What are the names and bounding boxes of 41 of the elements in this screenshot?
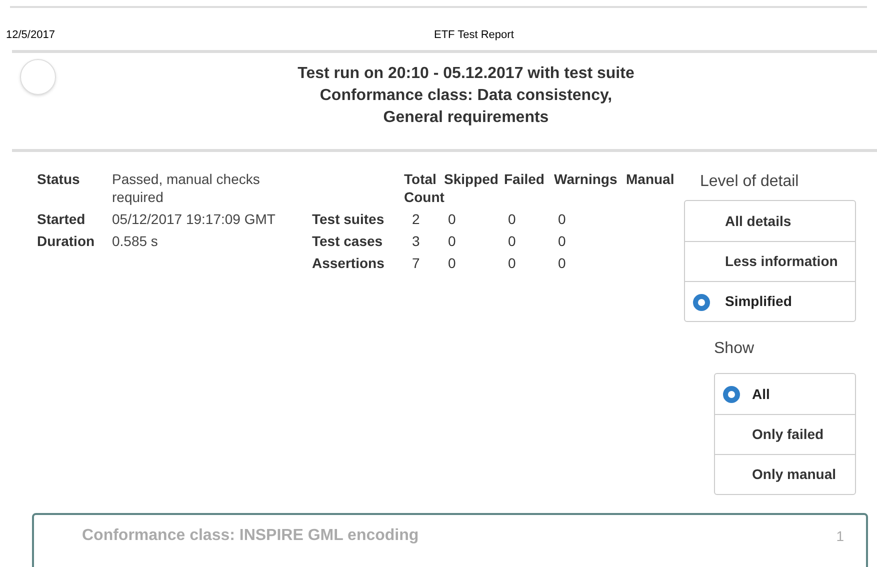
radio-option[interactable]: Simplified [685, 281, 855, 321]
table-cell-text: 3 [411, 232, 421, 251]
summary-value: Passed, manual checks required [112, 170, 261, 206]
column-header: Skipped [444, 170, 500, 189]
table-cell-text: 0 [557, 210, 567, 229]
summary-value: 05/12/2017 19:17:09 GMT [112, 210, 276, 228]
column-header: Manual [626, 170, 676, 189]
summary-label: Duration [37, 232, 96, 250]
row-label: Assertions [312, 254, 386, 273]
summary-label: Started [37, 210, 86, 228]
table-cell-text: 0 [557, 254, 567, 273]
row-label: Test suites [312, 210, 386, 229]
radio-option[interactable]: Only manual [715, 454, 855, 494]
show-heading: Show [714, 339, 756, 359]
table-cell-text: 0 [447, 254, 457, 273]
print-title: ETF Test Report [434, 28, 514, 43]
table-cell-text: 0 [447, 210, 457, 229]
radio-option[interactable]: Less information [685, 241, 855, 281]
summary-label: Status [37, 170, 81, 189]
radio-selected-icon [693, 294, 710, 311]
report-title: Test run on 20:10 - 05.12.2017 with test suite Conformance class: Data consistency, General requirements [296, 64, 636, 128]
suite-count: 1 [836, 526, 844, 546]
radio-option[interactable]: All details [685, 201, 855, 241]
suite-name: Conformance class: INSPIRE GML encoding [82, 526, 419, 546]
table-cell-text: 0 [507, 254, 517, 273]
table-cell-text: 0 [507, 232, 517, 251]
table-cell-text: 2 [411, 210, 421, 229]
column-header: Warnings [554, 170, 618, 189]
table-cell-text: 0 [447, 232, 457, 251]
table-cell-text: 7 [411, 254, 421, 273]
column-header: Total Count [404, 170, 444, 206]
summary-value: 0.585 s [112, 232, 159, 250]
row-label: Test cases [312, 232, 384, 251]
column-header: Failed [504, 170, 546, 189]
table-cell-text: 0 [507, 210, 517, 229]
radio-selected-icon [723, 386, 740, 403]
table-cell-text: 0 [557, 232, 567, 251]
level-of-detail-heading: Level of detail [700, 172, 800, 192]
radio-option[interactable]: Only failed [715, 414, 855, 454]
radio-option[interactable]: All [715, 374, 855, 414]
print-date: 12/5/2017 [6, 28, 56, 43]
